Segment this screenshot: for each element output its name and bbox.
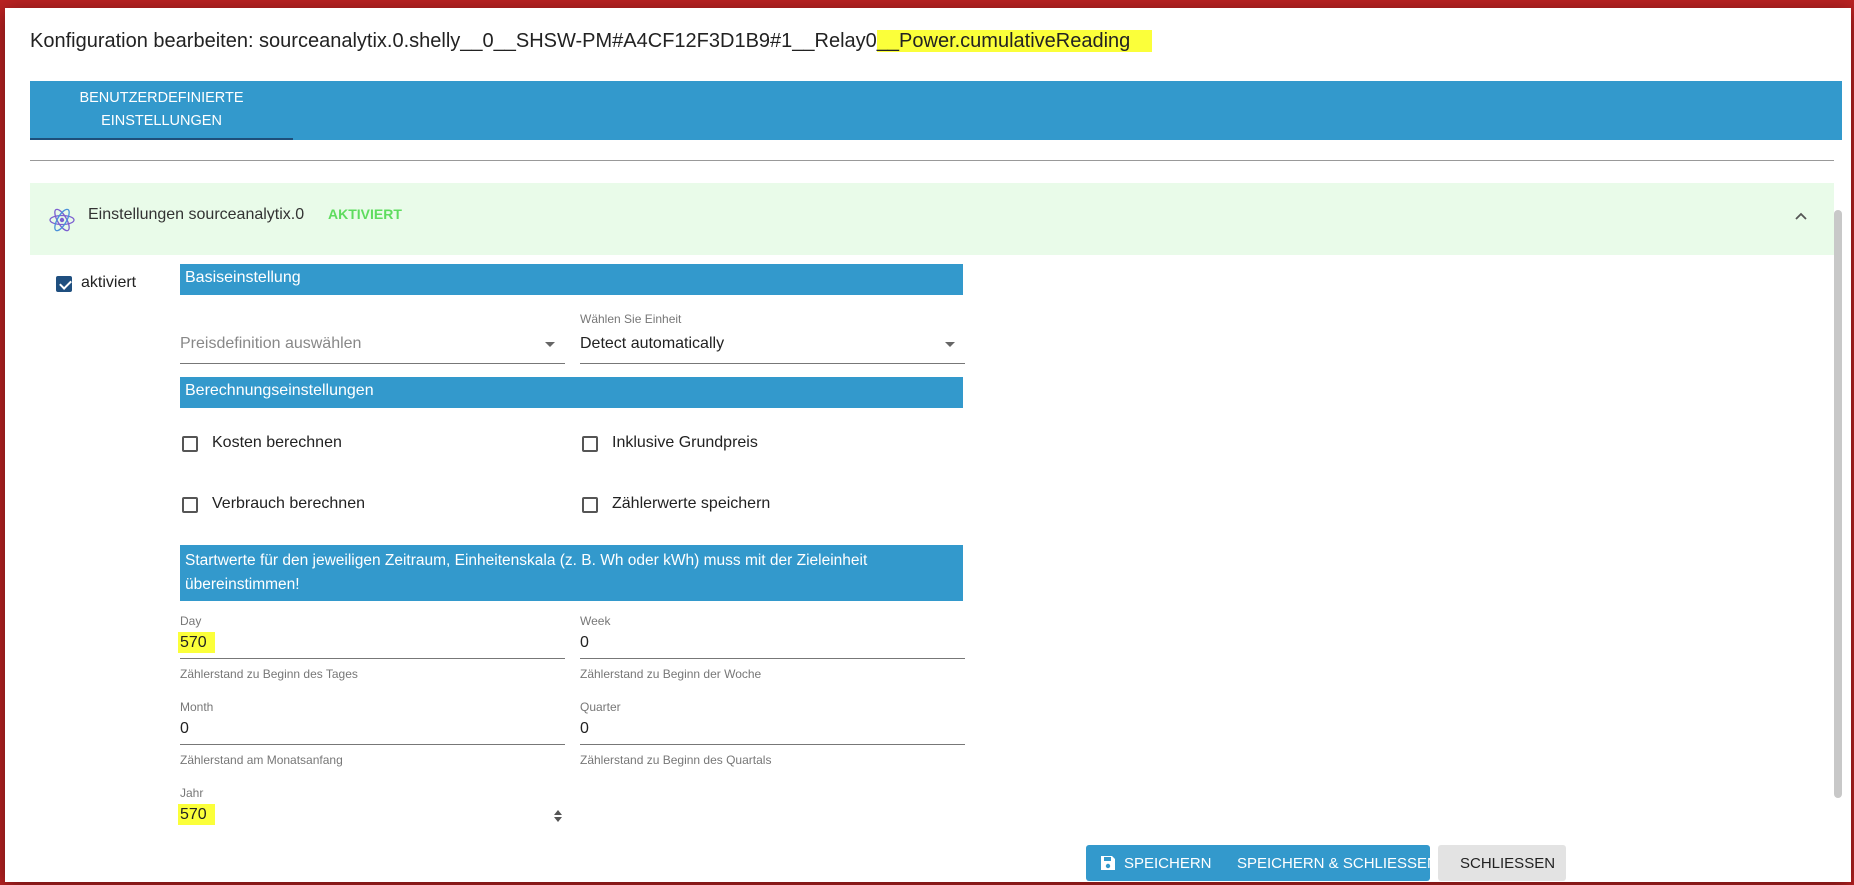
quarter-helper: Zählerstand zu Beginn des Quartals xyxy=(580,753,772,767)
unit-select-label: Wählen Sie Einheit xyxy=(580,312,682,326)
costs-checkbox[interactable] xyxy=(182,436,198,452)
month-field[interactable]: Month 0 Zählerstand am Monatsanfang xyxy=(180,700,565,768)
field-underline xyxy=(180,744,565,745)
unit-select-value: Detect automatically xyxy=(580,335,725,352)
tab-custom-settings[interactable]: BENUTZERDEFINIERTE EINSTELLUNGEN xyxy=(30,81,293,140)
divider xyxy=(30,160,1834,161)
day-field[interactable]: Day 570 Zählerstand zu Beginn des Tages xyxy=(178,614,565,682)
meter-values-label: Zählerwerte speichern xyxy=(612,495,771,512)
consumption-label: Verbrauch berechnen xyxy=(212,495,365,512)
save-button-label: SPEICHERN xyxy=(1124,854,1212,872)
quarter-field[interactable]: Quarter 0 Zählerstand zu Beginn des Quar… xyxy=(580,700,965,768)
close-button-label: SCHLIESSEN xyxy=(1460,854,1556,872)
month-label: Month xyxy=(180,700,214,714)
save-and-close-label: SPEICHERN & SCHLIESSEN xyxy=(1237,854,1438,872)
day-input[interactable]: 570 xyxy=(178,632,215,653)
close-button[interactable]: SCHLIESSEN xyxy=(1438,845,1566,881)
config-dialog: Konfiguration bearbeiten: sourceanalytix… xyxy=(5,8,1851,882)
month-input[interactable]: 0 xyxy=(180,720,189,738)
unit-select[interactable]: Wählen Sie Einheit Detect automatically xyxy=(580,308,965,368)
scrollbar[interactable] xyxy=(1834,210,1842,798)
week-label: Week xyxy=(580,614,611,628)
quarter-input[interactable]: 0 xyxy=(580,720,589,738)
month-helper: Zählerstand am Monatsanfang xyxy=(180,753,343,767)
year-input[interactable]: 570 xyxy=(178,804,215,825)
quarter-label: Quarter xyxy=(580,700,621,714)
field-underline xyxy=(580,658,965,659)
panel-title: Einstellungen sourceanalytix.0 xyxy=(88,206,305,223)
section-basic-header: Basiseinstellung xyxy=(180,264,963,295)
year-field[interactable]: Jahr 570 xyxy=(178,786,565,830)
dropdown-arrow-icon xyxy=(945,342,955,347)
price-definition-placeholder: Preisdefinition auswählen xyxy=(180,335,362,352)
save-button[interactable]: SPEICHERN xyxy=(1086,845,1230,881)
base-price-checkbox[interactable] xyxy=(582,436,598,452)
price-definition-select[interactable]: Preisdefinition auswählen xyxy=(180,308,565,368)
day-label: Day xyxy=(180,614,202,628)
number-spinner-icon[interactable] xyxy=(554,810,562,822)
day-helper: Zählerstand zu Beginn des Tages xyxy=(180,667,358,681)
settings-panel-header[interactable]: Einstellungen sourceanalytix.0 AKTIVIERT xyxy=(30,183,1834,255)
enabled-checkbox[interactable] xyxy=(56,276,72,292)
field-underline xyxy=(180,363,565,364)
week-field[interactable]: Week 0 Zählerstand zu Beginn der Woche xyxy=(580,614,965,682)
field-underline xyxy=(580,744,965,745)
status-badge: AKTIVIERT xyxy=(328,206,402,222)
meter-values-checkbox[interactable] xyxy=(582,497,598,513)
dialog-title: Konfiguration bearbeiten: sourceanalytix… xyxy=(30,30,1153,53)
section-calc-header: Berechnungseinstellungen xyxy=(180,377,963,408)
dialog-content: Einstellungen sourceanalytix.0 AKTIVIERT… xyxy=(30,140,1842,830)
chevron-up-icon[interactable] xyxy=(1794,209,1808,223)
section-start-values-header: Startwerte für den jeweiligen Zeitraum, … xyxy=(180,545,963,601)
dialog-title-highlight: __Power.cumulativeReading xyxy=(876,30,1153,52)
dialog-title-prefix: Konfiguration bearbeiten: sourceanalytix… xyxy=(30,30,877,52)
year-label: Jahr xyxy=(180,786,204,800)
tab-bar: BENUTZERDEFINIERTE EINSTELLUNGEN xyxy=(30,81,1842,140)
week-helper: Zählerstand zu Beginn der Woche xyxy=(580,667,762,681)
field-underline xyxy=(580,363,965,364)
field-underline xyxy=(180,658,565,659)
consumption-checkbox[interactable] xyxy=(182,497,198,513)
week-input[interactable]: 0 xyxy=(580,634,589,652)
floppy-disk-icon xyxy=(1101,856,1115,870)
costs-label: Kosten berechnen xyxy=(212,434,342,451)
save-and-close-button[interactable]: SPEICHERN & SCHLIESSEN xyxy=(1215,845,1438,881)
enabled-label: aktiviert xyxy=(81,274,137,291)
base-price-label: Inklusive Grundpreis xyxy=(612,434,758,451)
sourceanalytix-atom-icon xyxy=(49,208,75,232)
dropdown-arrow-icon xyxy=(545,342,555,347)
